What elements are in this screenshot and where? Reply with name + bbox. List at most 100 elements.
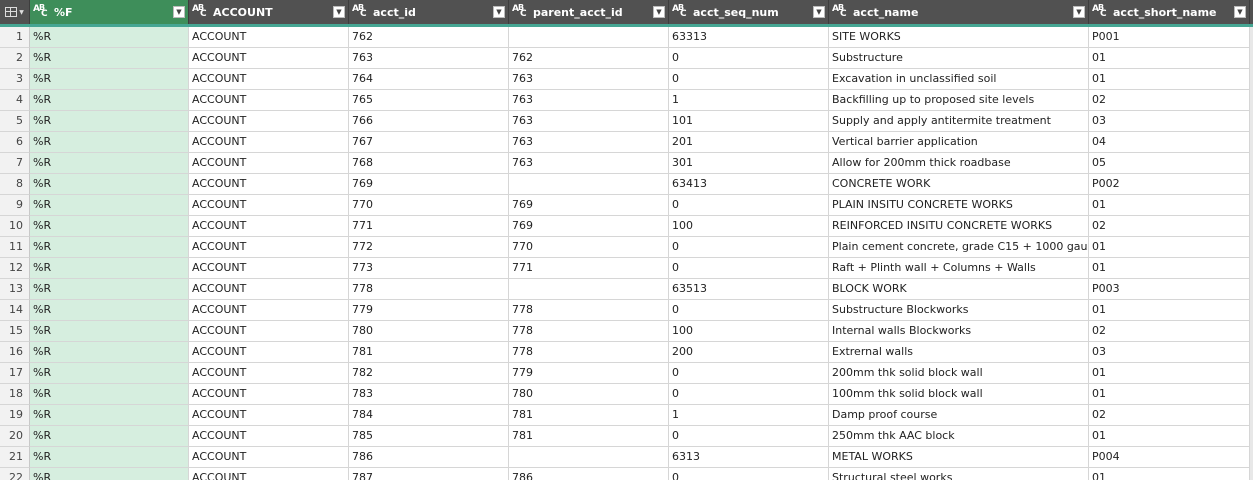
- table-cell[interactable]: Supply and apply antitermite treatment: [829, 111, 1089, 132]
- table-cell[interactable]: %R: [30, 426, 189, 447]
- table-cell[interactable]: 763: [509, 132, 669, 153]
- row-number[interactable]: 19: [0, 405, 30, 426]
- table-cell[interactable]: ACCOUNT: [189, 69, 349, 90]
- filter-dropdown-icon[interactable]: ▼: [1073, 6, 1085, 18]
- table-cell[interactable]: ACCOUNT: [189, 132, 349, 153]
- row-number[interactable]: 12: [0, 258, 30, 279]
- table-cell[interactable]: 01: [1089, 363, 1250, 384]
- table-row[interactable]: 7 %R ACCOUNT 768 763 301 Allow for 200mm thick…: [0, 153, 1253, 174]
- table-cell[interactable]: 01: [1089, 384, 1250, 405]
- table-row[interactable]: 6 %R ACCOUNT 767 763 201 Vertical barrier appl…: [0, 132, 1253, 153]
- table-cell[interactable]: REINFORCED INSITU CONCRETE WORKS: [829, 216, 1089, 237]
- table-cell[interactable]: 0: [669, 48, 829, 69]
- row-number[interactable]: 10: [0, 216, 30, 237]
- table-cell[interactable]: Damp proof course: [829, 405, 1089, 426]
- table-cell[interactable]: 765: [349, 90, 509, 111]
- table-cell[interactable]: 769: [349, 174, 509, 195]
- table-cell[interactable]: 01: [1089, 195, 1250, 216]
- table-cell[interactable]: Excavation in unclassified soil: [829, 69, 1089, 90]
- table-cell[interactable]: 763: [509, 90, 669, 111]
- text-type-icon[interactable]: ABC: [512, 3, 528, 19]
- table-cell[interactable]: %R: [30, 153, 189, 174]
- table-cell[interactable]: 770: [509, 237, 669, 258]
- table-cell[interactable]: 778: [509, 300, 669, 321]
- table-cell[interactable]: 781: [349, 342, 509, 363]
- table-cell[interactable]: 0: [669, 426, 829, 447]
- table-cell[interactable]: %R: [30, 111, 189, 132]
- table-cell[interactable]: %R: [30, 27, 189, 48]
- row-number[interactable]: 16: [0, 342, 30, 363]
- row-number[interactable]: 6: [0, 132, 30, 153]
- table-cell[interactable]: 1: [669, 90, 829, 111]
- table-cell[interactable]: Vertical barrier application: [829, 132, 1089, 153]
- table-row[interactable]: 11 %R ACCOUNT 772 770 0 Plain cement concrete,…: [0, 237, 1253, 258]
- row-number[interactable]: 22: [0, 468, 30, 480]
- table-cell[interactable]: %R: [30, 300, 189, 321]
- table-row[interactable]: 14 %R ACCOUNT 779 778 0 Substructure Blockwork…: [0, 300, 1253, 321]
- filter-dropdown-icon[interactable]: ▼: [1234, 6, 1246, 18]
- table-row[interactable]: 13 %R ACCOUNT 778 63513 BLOCK WORK P003: [0, 279, 1253, 300]
- table-cell[interactable]: ACCOUNT: [189, 48, 349, 69]
- table-row[interactable]: 2 %R ACCOUNT 763 762 0 Substructure 01: [0, 48, 1253, 69]
- table-row[interactable]: 21 %R ACCOUNT 786 6313 METAL WORKS P004: [0, 447, 1253, 468]
- table-cell[interactable]: METAL WORKS: [829, 447, 1089, 468]
- table-cell[interactable]: 766: [349, 111, 509, 132]
- table-cell[interactable]: Internal walls Blockworks: [829, 321, 1089, 342]
- text-type-icon[interactable]: ABC: [33, 3, 49, 19]
- table-cell[interactable]: 783: [349, 384, 509, 405]
- table-cell[interactable]: %R: [30, 321, 189, 342]
- table-row[interactable]: 18 %R ACCOUNT 783 780 0 100mm thk solid block …: [0, 384, 1253, 405]
- row-number[interactable]: 14: [0, 300, 30, 321]
- table-cell[interactable]: ACCOUNT: [189, 216, 349, 237]
- column-header-5[interactable]: A B C acct_name ▼: [829, 0, 1089, 24]
- table-cell[interactable]: %R: [30, 132, 189, 153]
- table-cell[interactable]: 763: [509, 153, 669, 174]
- table-cell[interactable]: 301: [669, 153, 829, 174]
- row-number[interactable]: 4: [0, 90, 30, 111]
- table-cell[interactable]: 02: [1089, 216, 1250, 237]
- table-cell[interactable]: Extrernal walls: [829, 342, 1089, 363]
- row-number[interactable]: 17: [0, 363, 30, 384]
- table-cell[interactable]: 0: [669, 258, 829, 279]
- table-cell[interactable]: 6313: [669, 447, 829, 468]
- table-cell[interactable]: 781: [509, 426, 669, 447]
- table-cell[interactable]: %R: [30, 90, 189, 111]
- table-cell[interactable]: %R: [30, 342, 189, 363]
- table-cell[interactable]: 786: [349, 447, 509, 468]
- table-row[interactable]: 3 %R ACCOUNT 764 763 0 Excavation in unclassif…: [0, 69, 1253, 90]
- table-row[interactable]: 8 %R ACCOUNT 769 63413 CONCRETE WORK P002: [0, 174, 1253, 195]
- table-cell[interactable]: ACCOUNT: [189, 111, 349, 132]
- table-cell[interactable]: 762: [509, 48, 669, 69]
- table-cell[interactable]: 0: [669, 237, 829, 258]
- table-cell[interactable]: 02: [1089, 405, 1250, 426]
- table-cell[interactable]: 778: [349, 279, 509, 300]
- table-cell[interactable]: Substructure Blockworks: [829, 300, 1089, 321]
- row-number[interactable]: 3: [0, 69, 30, 90]
- table-cell[interactable]: 785: [349, 426, 509, 447]
- table-cell[interactable]: 769: [509, 216, 669, 237]
- table-cell[interactable]: 04: [1089, 132, 1250, 153]
- table-cell[interactable]: 763: [509, 111, 669, 132]
- table-cell[interactable]: 250mm thk AAC block: [829, 426, 1089, 447]
- table-row[interactable]: 5 %R ACCOUNT 766 763 101 Supply and apply anti…: [0, 111, 1253, 132]
- table-cell[interactable]: 763: [509, 69, 669, 90]
- table-cell[interactable]: PLAIN INSITU CONCRETE WORKS: [829, 195, 1089, 216]
- row-number[interactable]: 2: [0, 48, 30, 69]
- table-cell[interactable]: %R: [30, 69, 189, 90]
- table-cell[interactable]: %R: [30, 48, 189, 69]
- table-cell[interactable]: 201: [669, 132, 829, 153]
- row-number[interactable]: 15: [0, 321, 30, 342]
- table-cell[interactable]: ACCOUNT: [189, 174, 349, 195]
- table-cell[interactable]: %R: [30, 174, 189, 195]
- table-cell[interactable]: 200mm thk solid block wall: [829, 363, 1089, 384]
- table-cell[interactable]: 787: [349, 468, 509, 480]
- column-header-3[interactable]: A B C parent_acct_id ▼: [509, 0, 669, 24]
- table-cell[interactable]: ACCOUNT: [189, 405, 349, 426]
- table-row[interactable]: 9 %R ACCOUNT 770 769 0 PLAIN INSITU CONCRETE W…: [0, 195, 1253, 216]
- table-cell[interactable]: %R: [30, 447, 189, 468]
- column-header-0[interactable]: A B C %F ▼: [30, 0, 189, 24]
- table-cell[interactable]: 781: [509, 405, 669, 426]
- table-cell[interactable]: 779: [349, 300, 509, 321]
- table-cell[interactable]: Raft + Plinth wall + Columns + Walls: [829, 258, 1089, 279]
- table-cell[interactable]: 03: [1089, 342, 1250, 363]
